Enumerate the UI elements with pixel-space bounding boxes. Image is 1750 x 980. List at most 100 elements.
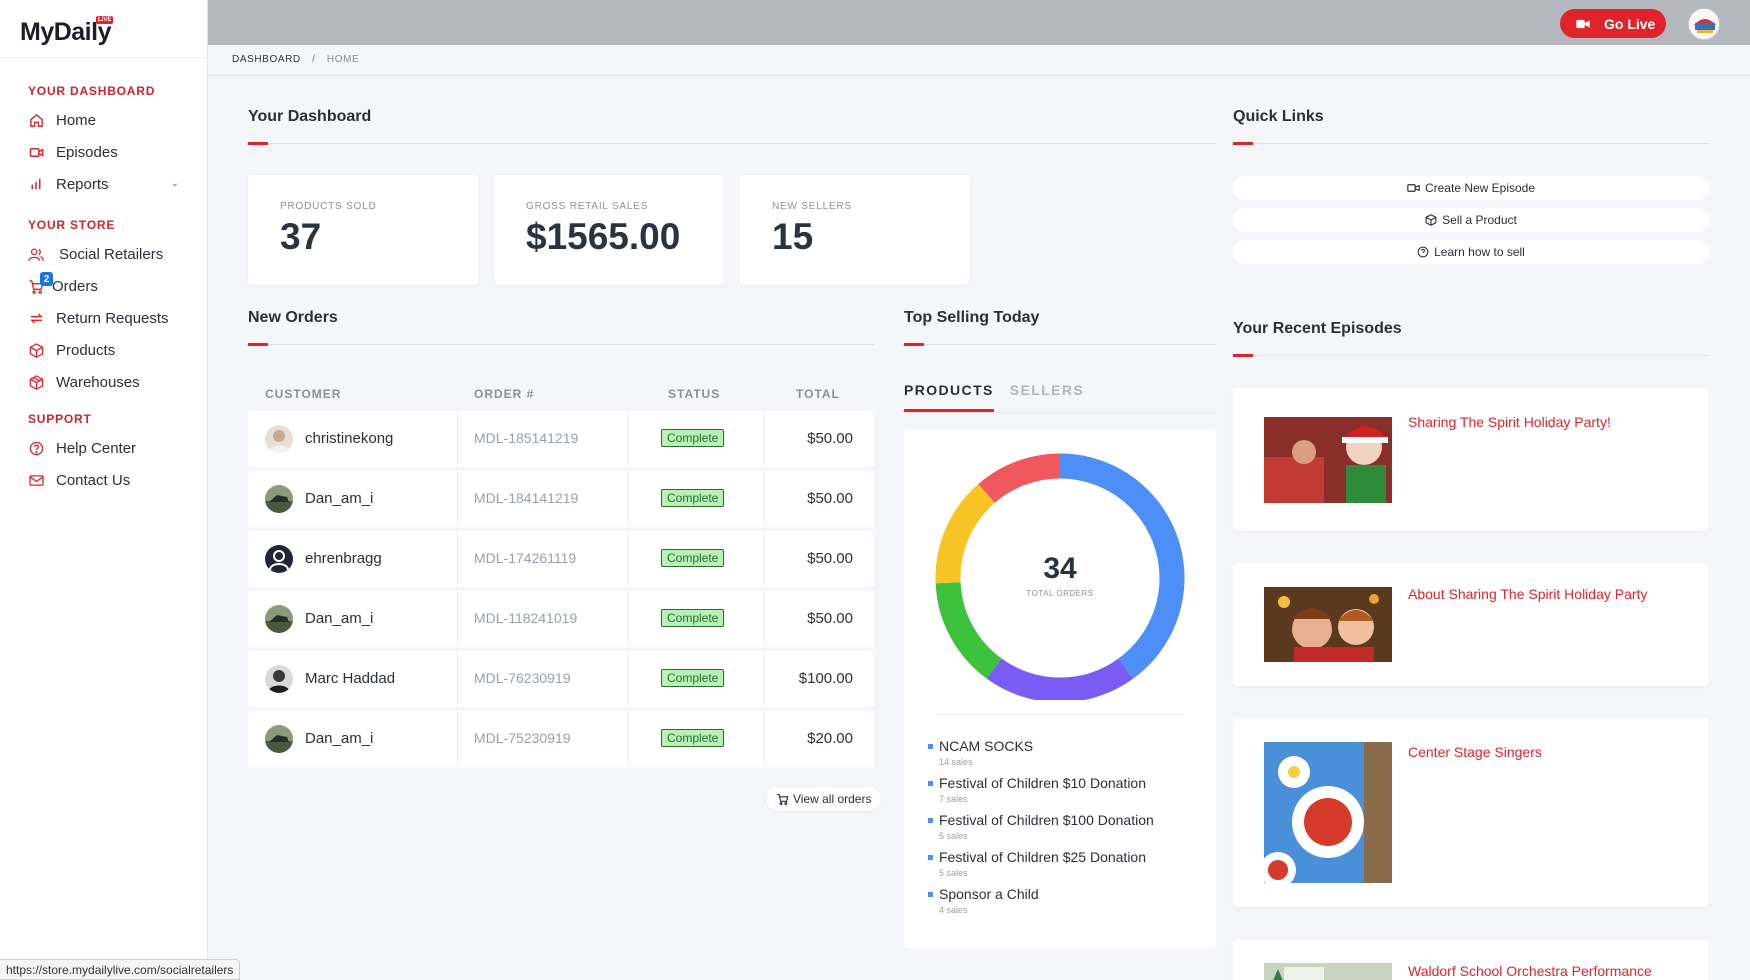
user-avatar[interactable] [1688, 8, 1720, 40]
box-icon [1425, 214, 1437, 226]
sidebar-item-return-requests[interactable]: Return Requests [0, 302, 207, 334]
product-name: Sponsor a Child [939, 886, 1039, 902]
customer-name: Dan_am_i [305, 610, 374, 627]
section-your-store: YOUR STORE [28, 218, 116, 232]
column-header-status[interactable]: STATUS [668, 387, 720, 401]
table-row[interactable]: Dan_am_i MDL-75230919 Complete $20.00 [248, 711, 874, 767]
customer-name: christinekong [305, 430, 394, 447]
product-name: Festival of Children $100 Donation [939, 812, 1154, 828]
avatar [265, 545, 293, 573]
sidebar-item-label: Reports [56, 175, 109, 193]
sidebar-item-label: Contact Us [56, 471, 131, 489]
sidebar-item-products[interactable]: Products [0, 334, 207, 366]
episode-card[interactable]: Sharing The Spirit Holiday Party! [1233, 388, 1709, 531]
status-badge: Complete [661, 429, 725, 447]
cart-icon [777, 793, 789, 805]
table-row[interactable]: Dan_am_i MDL-118241019 Complete $50.00 [248, 591, 874, 647]
breadcrumb-separator: / [312, 54, 316, 65]
episode-thumbnail[interactable] [1264, 963, 1392, 980]
warehouse-icon [28, 374, 44, 390]
stat-card-products-sold: PRODUCTS SOLD 37 [248, 175, 478, 285]
episode-title[interactable]: About Sharing The Spirit Holiday Party [1408, 586, 1647, 602]
order-number[interactable]: MDL-174261119 [474, 550, 576, 566]
logo[interactable]: MyDaily LIVE [0, 0, 207, 58]
learn-how-to-sell-link[interactable]: Learn how to sell [1233, 240, 1709, 264]
sidebar-item-help-center[interactable]: Help Center [0, 432, 207, 464]
chevron-down-icon[interactable]: ⌄ [171, 178, 179, 189]
sidebar-item-social-retailers[interactable]: Social Retailers [0, 238, 207, 270]
column-header-order-number[interactable]: ORDER # [474, 387, 534, 401]
sidebar-item-reports[interactable]: Reports ⌄ [0, 168, 207, 200]
product-sales: 5 sales [939, 868, 968, 878]
order-number[interactable]: MDL-184141219 [474, 490, 578, 506]
product-name: NCAM SOCKS [939, 738, 1034, 754]
product-sales: 7 sales [939, 794, 968, 804]
episode-thumbnail[interactable] [1264, 587, 1392, 662]
episode-card[interactable]: Waldorf School Orchestra Performance [1233, 939, 1709, 980]
cell-divider [457, 411, 458, 467]
quick-link-label: Learn how to sell [1434, 245, 1525, 259]
view-all-orders-button[interactable]: View all orders [766, 787, 882, 811]
sidebar-item-orders[interactable]: 2 Orders [0, 270, 207, 302]
order-total: $50.00 [807, 430, 853, 447]
orders-count-badge: 2 [40, 272, 53, 286]
sidebar-item-episodes[interactable]: Episodes [0, 136, 207, 168]
sidebar-item-label: Social Retailers [59, 245, 164, 263]
column-header-customer[interactable]: CUSTOMER [265, 387, 341, 401]
episode-title[interactable]: Waldorf School Orchestra Performance [1408, 963, 1652, 979]
stat-card-gross-retail-sales: GROSS RETAIL SALES $1565.00 [494, 175, 724, 285]
order-number[interactable]: MDL-76230919 [474, 670, 571, 686]
video-camera-icon [1407, 184, 1420, 192]
table-row[interactable]: christinekong MDL-185141219 Complete $50… [248, 411, 874, 467]
avatar [265, 725, 293, 753]
sidebar-item-home[interactable]: Home [0, 104, 207, 136]
breadcrumb-dashboard[interactable]: DASHBOARD [232, 54, 301, 65]
recent-episodes-title: Your Recent Episodes [1233, 320, 1402, 337]
video-camera-icon [1576, 19, 1590, 28]
go-live-button[interactable]: Go Live [1560, 9, 1666, 38]
table-row[interactable]: Marc Haddad MDL-76230919 Complete $100.0… [248, 651, 874, 707]
avatar [265, 665, 293, 693]
create-new-episode-link[interactable]: Create New Episode [1233, 176, 1709, 200]
section-your-dashboard: YOUR DASHBOARD [28, 84, 156, 98]
stat-value: 15 [772, 216, 814, 257]
customer-name: ehrenbragg [305, 550, 382, 567]
cell-divider [764, 531, 765, 587]
order-number[interactable]: MDL-118241019 [474, 610, 577, 626]
cell-divider [457, 651, 458, 707]
avatar [265, 605, 293, 633]
tab-products[interactable]: PRODUCTS [904, 382, 994, 398]
sell-a-product-link[interactable]: Sell a Product [1233, 208, 1709, 232]
cell-divider [457, 471, 458, 527]
episode-thumbnail[interactable] [1264, 417, 1392, 503]
tab-sellers[interactable]: SELLERS [1010, 382, 1084, 398]
sidebar-item-warehouses[interactable]: Warehouses [0, 366, 207, 398]
sidebar-item-label: Episodes [56, 143, 118, 161]
episode-card[interactable]: About Sharing The Spirit Holiday Party [1233, 563, 1709, 686]
episode-title[interactable]: Sharing The Spirit Holiday Party! [1408, 414, 1611, 430]
sidebar-item-label: Warehouses [56, 373, 140, 391]
order-total: $20.00 [807, 730, 853, 747]
divider [248, 143, 1216, 144]
episode-card[interactable]: Center Stage Singers [1233, 718, 1709, 907]
status-badge: Complete [661, 669, 725, 687]
users-icon [28, 246, 44, 262]
episode-title[interactable]: Center Stage Singers [1408, 744, 1542, 760]
table-row[interactable]: ehrenbragg MDL-174261119 Complete $50.00 [248, 531, 874, 587]
title-accent [248, 142, 268, 145]
top-selling-title: Top Selling Today [904, 309, 1040, 326]
order-number[interactable]: MDL-185141219 [474, 430, 578, 446]
quick-link-label: Create New Episode [1424, 181, 1536, 195]
divider [208, 75, 1750, 76]
question-circle-icon [28, 440, 44, 456]
order-number[interactable]: MDL-75230919 [474, 730, 571, 746]
table-row[interactable]: Dan_am_i MDL-184141219 Complete $50.00 [248, 471, 874, 527]
sidebar-item-contact-us[interactable]: Contact Us [0, 464, 207, 496]
swap-icon [28, 310, 44, 326]
episode-thumbnail[interactable] [1264, 742, 1392, 883]
column-header-total[interactable]: TOTAL [796, 387, 840, 401]
home-icon [28, 112, 44, 128]
cell-divider [628, 411, 629, 467]
sidebar-item-label: Orders [52, 277, 98, 295]
cell-divider [764, 651, 765, 707]
